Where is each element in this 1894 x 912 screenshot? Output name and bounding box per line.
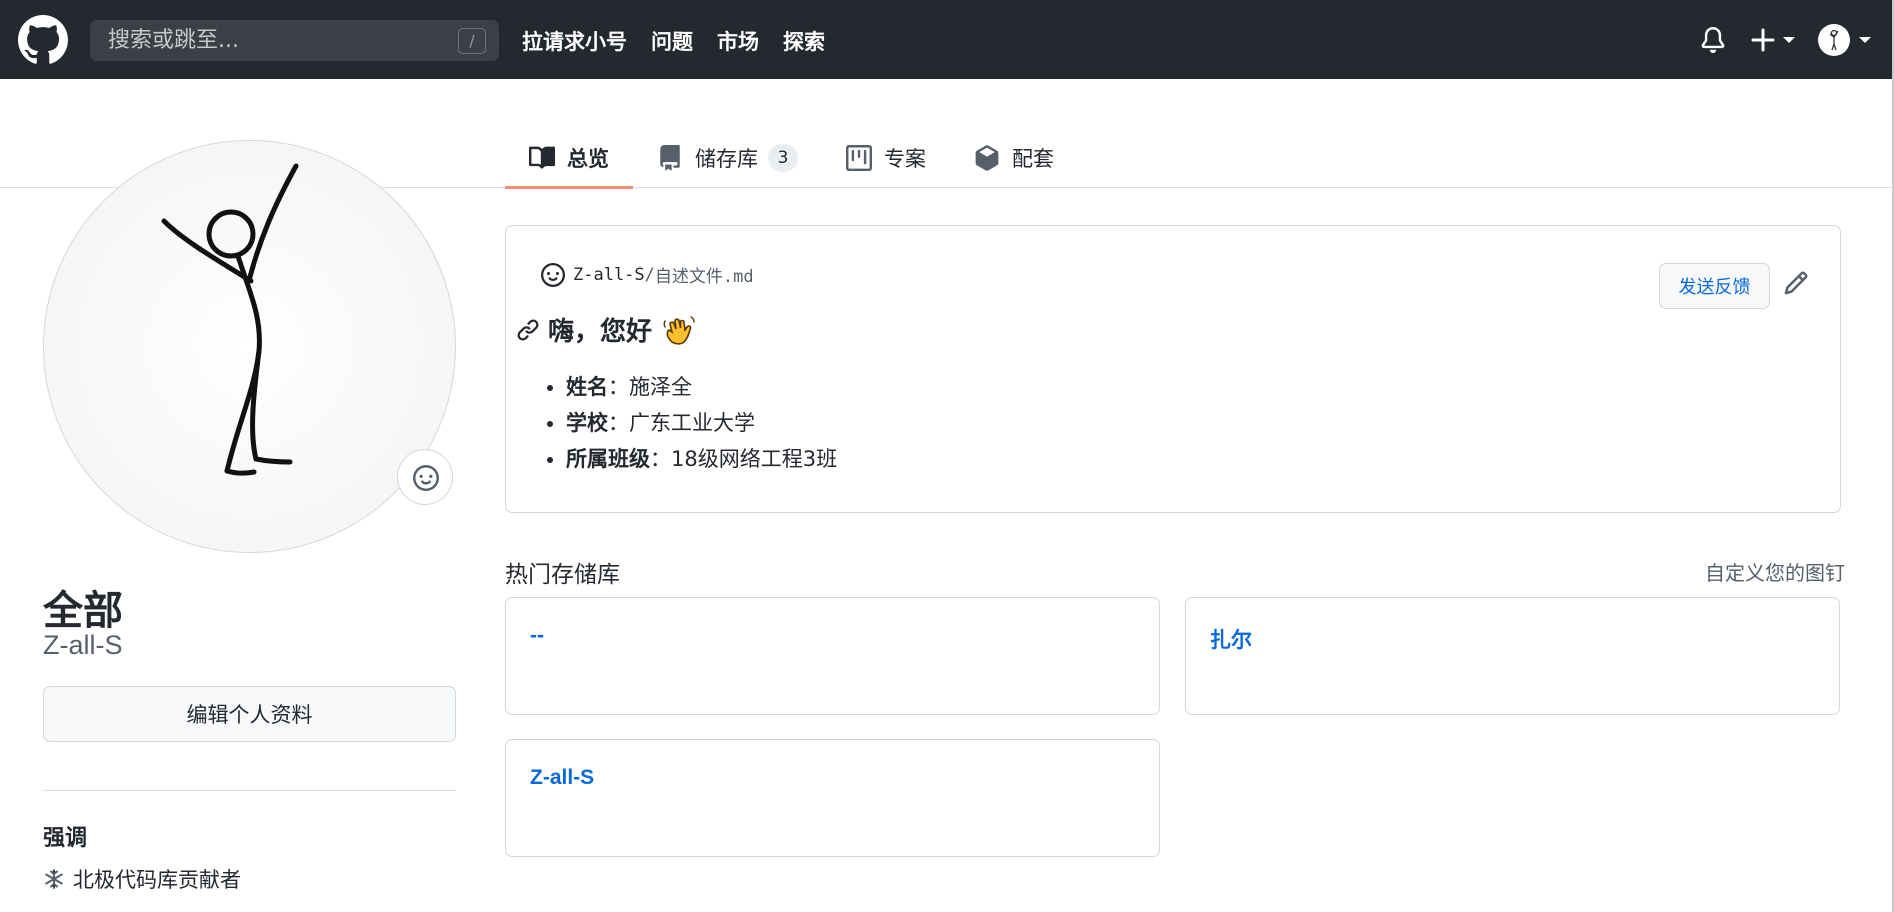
customize-pins-link[interactable]: 自定义您的图钉 [1705, 557, 1845, 586]
tab-overview-label: 总览 [567, 147, 609, 171]
readme-file-link[interactable]: 自述文件.md [655, 262, 754, 287]
readme-repo-link[interactable]: Z-all-S [573, 265, 645, 285]
set-status-button[interactable] [397, 449, 453, 505]
sidebar-divider [43, 790, 456, 791]
stick-figure-avatar-image [161, 163, 299, 476]
readme-list-item: 姓名：施泽全 [566, 369, 837, 405]
repositories-count-badge: 3 [768, 144, 798, 172]
pinned-repo-link[interactable]: Z-all-S [530, 766, 594, 790]
repo-icon [660, 145, 680, 171]
highlights-heading: 强调 [43, 826, 88, 851]
info-value: ：施泽全 [608, 375, 692, 399]
tab-repositories[interactable]: 储存库 3 [633, 128, 822, 188]
pinned-repo-link[interactable]: 扎尔 [1210, 624, 1252, 654]
tab-packages-label: 配套 [1012, 147, 1054, 171]
readme-path: Z-all-S / 自述文件.md [541, 262, 754, 287]
info-value: ：18级网络工程3班 [650, 447, 838, 471]
tab-projects[interactable]: 专案 [822, 128, 950, 188]
readme-info-list: 姓名：施泽全 学校：广东工业大学 所属班级：18级网络工程3班 [566, 369, 837, 477]
highlight-item[interactable]: 北极代码库贡献者 [43, 864, 241, 894]
profile-readme-card: Z-all-S / 自述文件.md 发送反馈 嗨，您好 姓名：施泽全 学校：广东… [505, 225, 1841, 513]
smiley-icon [541, 262, 565, 287]
header-nav: 拉请求小号 问题 市场 探索 [522, 26, 849, 56]
search-shortcut-key: / [458, 28, 486, 54]
profile-tabs: 总览 储存库 3 专案 配套 [505, 128, 1078, 189]
bell-icon[interactable] [1700, 27, 1726, 53]
info-key: 所属班级 [566, 447, 650, 471]
profile-username: Z-all-S [43, 630, 123, 660]
profile-avatar[interactable] [43, 140, 456, 553]
waving-hand-icon [663, 315, 695, 345]
nav-pull-requests[interactable]: 拉请求小号 [522, 26, 627, 56]
book-icon [529, 146, 555, 169]
project-icon [846, 145, 872, 171]
pencil-icon[interactable] [1783, 270, 1809, 296]
github-logo-icon[interactable] [18, 15, 68, 65]
search-input[interactable] [90, 20, 499, 61]
nav-issues[interactable]: 问题 [651, 26, 693, 56]
readme-heading-row: 嗨，您好 [516, 311, 696, 348]
snowflake-icon [45, 869, 63, 889]
info-key: 学校 [566, 411, 608, 435]
readme-list-item: 学校：广东工业大学 [566, 405, 837, 441]
profile-fullname: 全部 [43, 588, 123, 634]
info-key: 姓名 [566, 375, 608, 399]
readme-heading: 嗨，您好 [548, 317, 653, 347]
pinned-repo-card: 扎尔 [1185, 597, 1840, 715]
pinned-repo-link[interactable]: -- [530, 624, 544, 648]
package-icon [975, 145, 999, 171]
nav-explore[interactable]: 探索 [783, 26, 825, 56]
smiley-icon [413, 465, 439, 491]
user-avatar-dropdown-icon[interactable] [1817, 21, 1877, 59]
tab-repositories-label: 储存库 [695, 147, 758, 171]
tab-projects-label: 专案 [884, 147, 926, 171]
search-box[interactable]: / [90, 20, 499, 61]
top-header: / 拉请求小号 问题 市场 探索 [0, 0, 1892, 79]
edit-profile-button[interactable]: 编辑个人资料 [43, 686, 456, 742]
tab-packages[interactable]: 配套 [950, 128, 1078, 188]
anchor-link-icon[interactable] [516, 318, 540, 342]
readme-path-separator: / [644, 264, 655, 285]
tab-overview[interactable]: 总览 [505, 128, 633, 189]
pinned-repo-card: Z-all-S [505, 739, 1160, 857]
highlight-label: 北极代码库贡献者 [73, 868, 241, 892]
nav-marketplace[interactable]: 市场 [717, 26, 759, 56]
pinned-repos-heading: 热门存储库 [505, 562, 620, 588]
info-value: ：广东工业大学 [608, 411, 755, 435]
send-feedback-button[interactable]: 发送反馈 [1659, 263, 1770, 309]
readme-list-item: 所属班级：18级网络工程3班 [566, 441, 837, 477]
pinned-repo-card: -- [505, 597, 1160, 715]
create-new-dropdown-icon[interactable] [1751, 25, 1803, 55]
